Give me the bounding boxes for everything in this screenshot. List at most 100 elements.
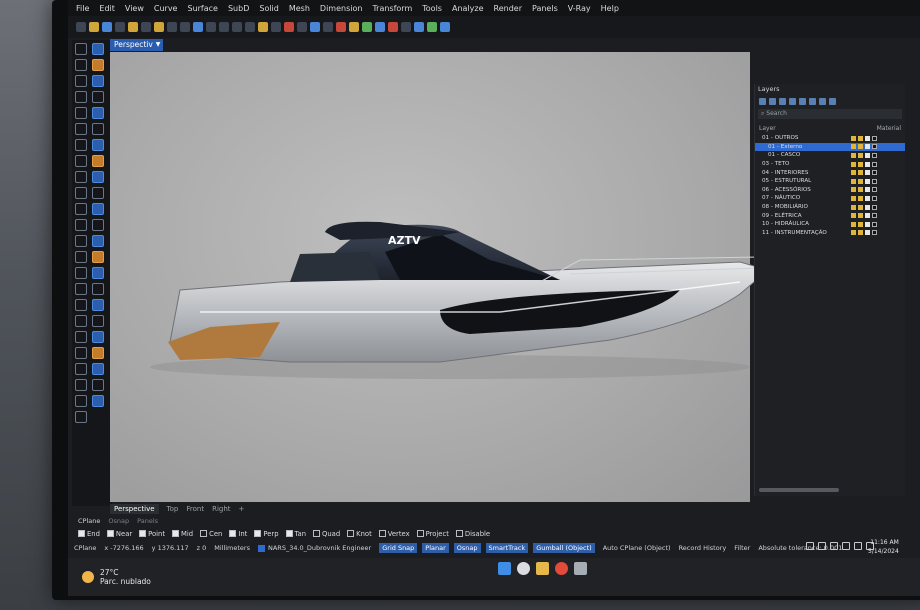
loft-tool-icon[interactable] <box>92 187 104 199</box>
status-toggle-button[interactable]: Osnap <box>453 543 481 553</box>
point-tool-icon[interactable] <box>92 43 104 55</box>
mirror-tool-icon[interactable] <box>75 299 87 311</box>
zoom-extents-icon[interactable] <box>245 22 255 32</box>
layer-row[interactable]: 07 - NÁUTICO <box>755 194 905 203</box>
filter-icon[interactable] <box>809 97 816 105</box>
render-tool-icon[interactable] <box>92 347 104 359</box>
lightbulb-icon[interactable] <box>851 204 856 210</box>
lock-icon[interactable] <box>858 204 863 210</box>
options-icon[interactable] <box>401 22 411 32</box>
layer-color-icon[interactable] <box>865 204 870 210</box>
osnap-checkbox[interactable]: Project <box>416 530 449 538</box>
menu-item-tools[interactable]: Tools <box>422 4 442 13</box>
layer-color-icon[interactable] <box>865 152 870 158</box>
lightbulb-icon[interactable] <box>851 213 856 219</box>
menu-item-edit[interactable]: Edit <box>99 4 115 13</box>
analyze-tool-icon[interactable] <box>75 363 87 375</box>
properties-icon[interactable] <box>336 22 346 32</box>
boolean-tool-icon[interactable] <box>75 251 87 263</box>
status-toggle-button[interactable]: Gumball (Object) <box>533 543 595 553</box>
new-sublayer-icon[interactable] <box>769 97 776 105</box>
osnap-checkbox[interactable]: Point <box>139 530 165 538</box>
dimension-tool-icon[interactable] <box>75 331 87 343</box>
layer-color-icon[interactable] <box>865 170 870 176</box>
move-down-icon[interactable] <box>799 97 806 105</box>
lock-icon[interactable] <box>858 144 863 150</box>
print-icon[interactable] <box>115 22 125 32</box>
osnap-checkbox[interactable]: Disable <box>455 530 490 538</box>
menu-item-solid[interactable]: Solid <box>259 4 279 13</box>
align-tool-icon[interactable] <box>75 315 87 327</box>
status-extra-item[interactable]: Auto CPlane (Object) <box>603 544 671 552</box>
layer-color-icon[interactable] <box>865 195 870 201</box>
zoom-window-icon[interactable] <box>232 22 242 32</box>
menu-item-analyze[interactable]: Analyze <box>452 4 484 13</box>
battery-icon[interactable] <box>854 542 862 550</box>
lightbulb-icon[interactable] <box>851 170 856 176</box>
rectangle-tool-icon[interactable] <box>75 107 87 119</box>
layer-icon[interactable] <box>323 22 333 32</box>
new-layer-icon[interactable] <box>759 97 766 105</box>
menu-item-subd[interactable]: SubD <box>228 4 249 13</box>
mesh-tool-icon[interactable] <box>92 251 104 263</box>
layer-color-icon[interactable] <box>865 135 870 141</box>
material-icon[interactable] <box>872 135 877 141</box>
osnap-panel-tab[interactable]: CPlane <box>78 517 100 527</box>
offset-tool-icon[interactable] <box>92 171 104 183</box>
current-layer[interactable]: NARS_34.0_Dubrovnik Engineer <box>258 544 371 552</box>
weather-widget[interactable]: 27°C Parc. nublado <box>82 568 151 586</box>
osnap-checkbox[interactable]: Perp <box>254 530 279 538</box>
explode-tool-icon[interactable] <box>75 171 87 183</box>
save-icon[interactable] <box>102 22 112 32</box>
move-up-icon[interactable] <box>789 97 796 105</box>
light-icon[interactable] <box>349 22 359 32</box>
history-tool-icon[interactable] <box>75 379 87 391</box>
material-icon[interactable] <box>872 221 877 227</box>
lock-icon[interactable] <box>858 187 863 193</box>
cage-tool-icon[interactable] <box>75 395 87 407</box>
osnap-checkbox[interactable]: Int <box>229 530 247 538</box>
help-icon[interactable] <box>440 22 450 32</box>
select-arrow-tool-icon[interactable] <box>75 43 87 55</box>
redo-icon[interactable] <box>180 22 190 32</box>
lightbulb-icon[interactable] <box>851 178 856 184</box>
render-icon[interactable] <box>362 22 372 32</box>
lock-icon[interactable] <box>858 161 863 167</box>
material-icon[interactable] <box>872 152 877 158</box>
line-tool-icon[interactable] <box>92 59 104 71</box>
hatch-tool-icon[interactable] <box>75 347 87 359</box>
patch-tool-icon[interactable] <box>92 395 104 407</box>
osnap-checkbox[interactable]: Cen <box>200 530 222 538</box>
menu-item-help[interactable]: Help <box>601 4 619 13</box>
cplane-label[interactable]: CPlane <box>74 544 96 552</box>
fillet-tool-icon[interactable] <box>92 123 104 135</box>
array-tool-icon[interactable] <box>92 299 104 311</box>
circle-tool-icon[interactable] <box>92 75 104 87</box>
lightbulb-icon[interactable] <box>851 221 856 227</box>
layer-row[interactable]: 09 - ELÉTRICA <box>755 211 905 220</box>
lock-icon[interactable] <box>858 230 863 236</box>
extend-tool-icon[interactable] <box>75 139 87 151</box>
lightbulb-icon[interactable] <box>851 195 856 201</box>
material-icon[interactable] <box>375 22 385 32</box>
curve-tool-icon[interactable] <box>75 75 87 87</box>
layer-row[interactable]: 03 - TETO <box>755 160 905 169</box>
cplane-icon[interactable] <box>310 22 320 32</box>
chrome-icon[interactable] <box>555 562 568 575</box>
freeform-tool-icon[interactable] <box>75 123 87 135</box>
layer-color-icon[interactable] <box>865 187 870 193</box>
menu-item-file[interactable]: File <box>76 4 89 13</box>
osnap-checkbox[interactable]: Quad <box>313 530 340 538</box>
new-file-icon[interactable] <box>76 22 86 32</box>
lock-icon[interactable] <box>858 135 863 141</box>
menu-item-mesh[interactable]: Mesh <box>289 4 310 13</box>
material-icon[interactable] <box>872 230 877 236</box>
material-icon[interactable] <box>872 204 877 210</box>
layer-color-icon[interactable] <box>865 230 870 236</box>
layer-row[interactable]: 10 - HIDRÁULICA <box>755 220 905 229</box>
sphere-tool-icon[interactable] <box>75 235 87 247</box>
onedrive-icon[interactable] <box>818 542 826 550</box>
viewport-tab[interactable]: + <box>239 505 245 513</box>
gumball-tool-icon[interactable] <box>92 363 104 375</box>
layer-row[interactable]: 08 - MOBILIÁRIO <box>755 203 905 212</box>
